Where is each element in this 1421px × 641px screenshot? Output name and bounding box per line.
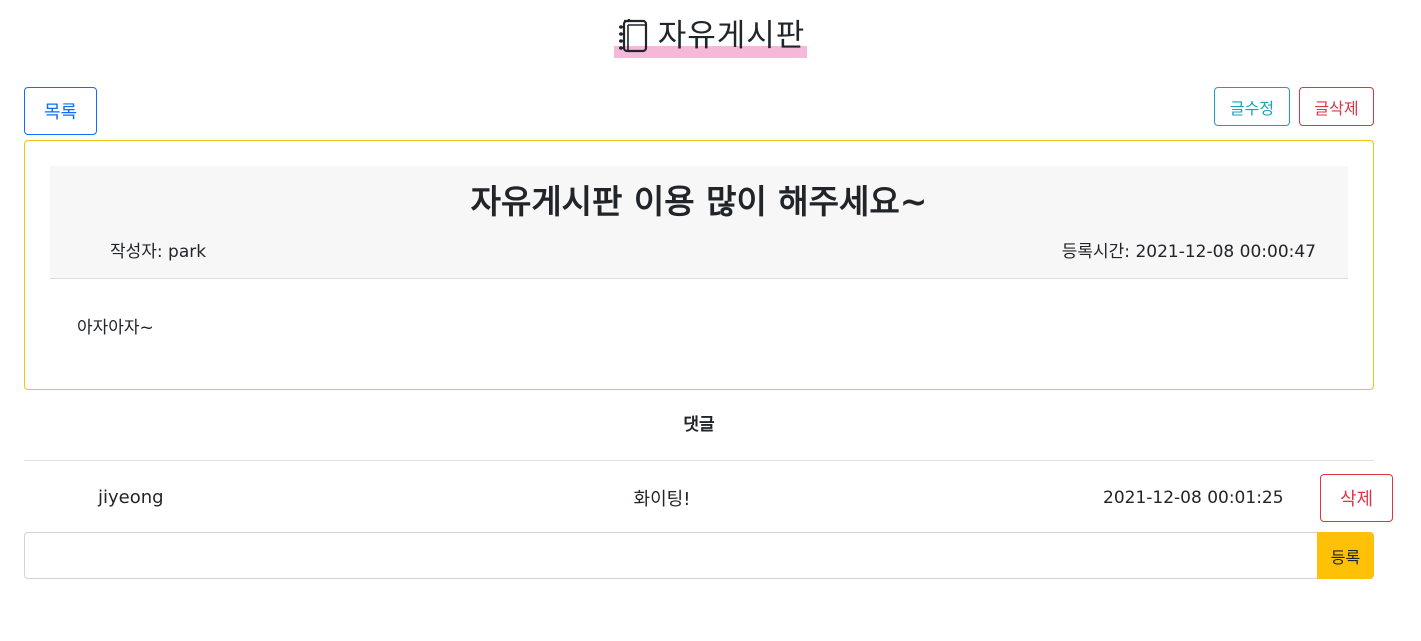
- comment-time: 2021-12-08 00:01:25: [1103, 488, 1284, 508]
- delete-comment-button[interactable]: 삭제: [1320, 474, 1393, 522]
- delete-post-button[interactable]: 글삭제: [1299, 87, 1374, 126]
- comments-heading: 댓글: [683, 415, 715, 435]
- page-header: 자유게시판: [0, 14, 1421, 59]
- comments-divider: [24, 460, 1374, 461]
- post-author: 작성자: park: [110, 242, 207, 262]
- comment-text: 화이팅!: [633, 489, 691, 510]
- post-created-time: 등록시간: 2021-12-08 00:00:47: [1061, 242, 1316, 262]
- post-body: 아자아자~: [77, 318, 154, 338]
- notebook-icon: [618, 19, 647, 53]
- title-wrap: 자유게시판: [613, 14, 808, 58]
- page-title: 자유게시판: [657, 18, 806, 54]
- post-title: 자유게시판 이용 많이 해주세요~: [470, 182, 928, 221]
- submit-comment-button[interactable]: 등록: [1317, 532, 1374, 579]
- comment-form: 등록: [24, 532, 1374, 579]
- post-card: 자유게시판 이용 많이 해주세요~ 작성자: park 등록시간: 2021-1…: [24, 140, 1374, 390]
- post-header: 자유게시판 이용 많이 해주세요~ 작성자: park 등록시간: 2021-1…: [50, 166, 1348, 279]
- comment-input[interactable]: [24, 532, 1318, 579]
- edit-post-button[interactable]: 글수정: [1214, 87, 1290, 126]
- comment-author: jiyeong: [98, 487, 164, 508]
- list-button[interactable]: 목록: [24, 87, 97, 135]
